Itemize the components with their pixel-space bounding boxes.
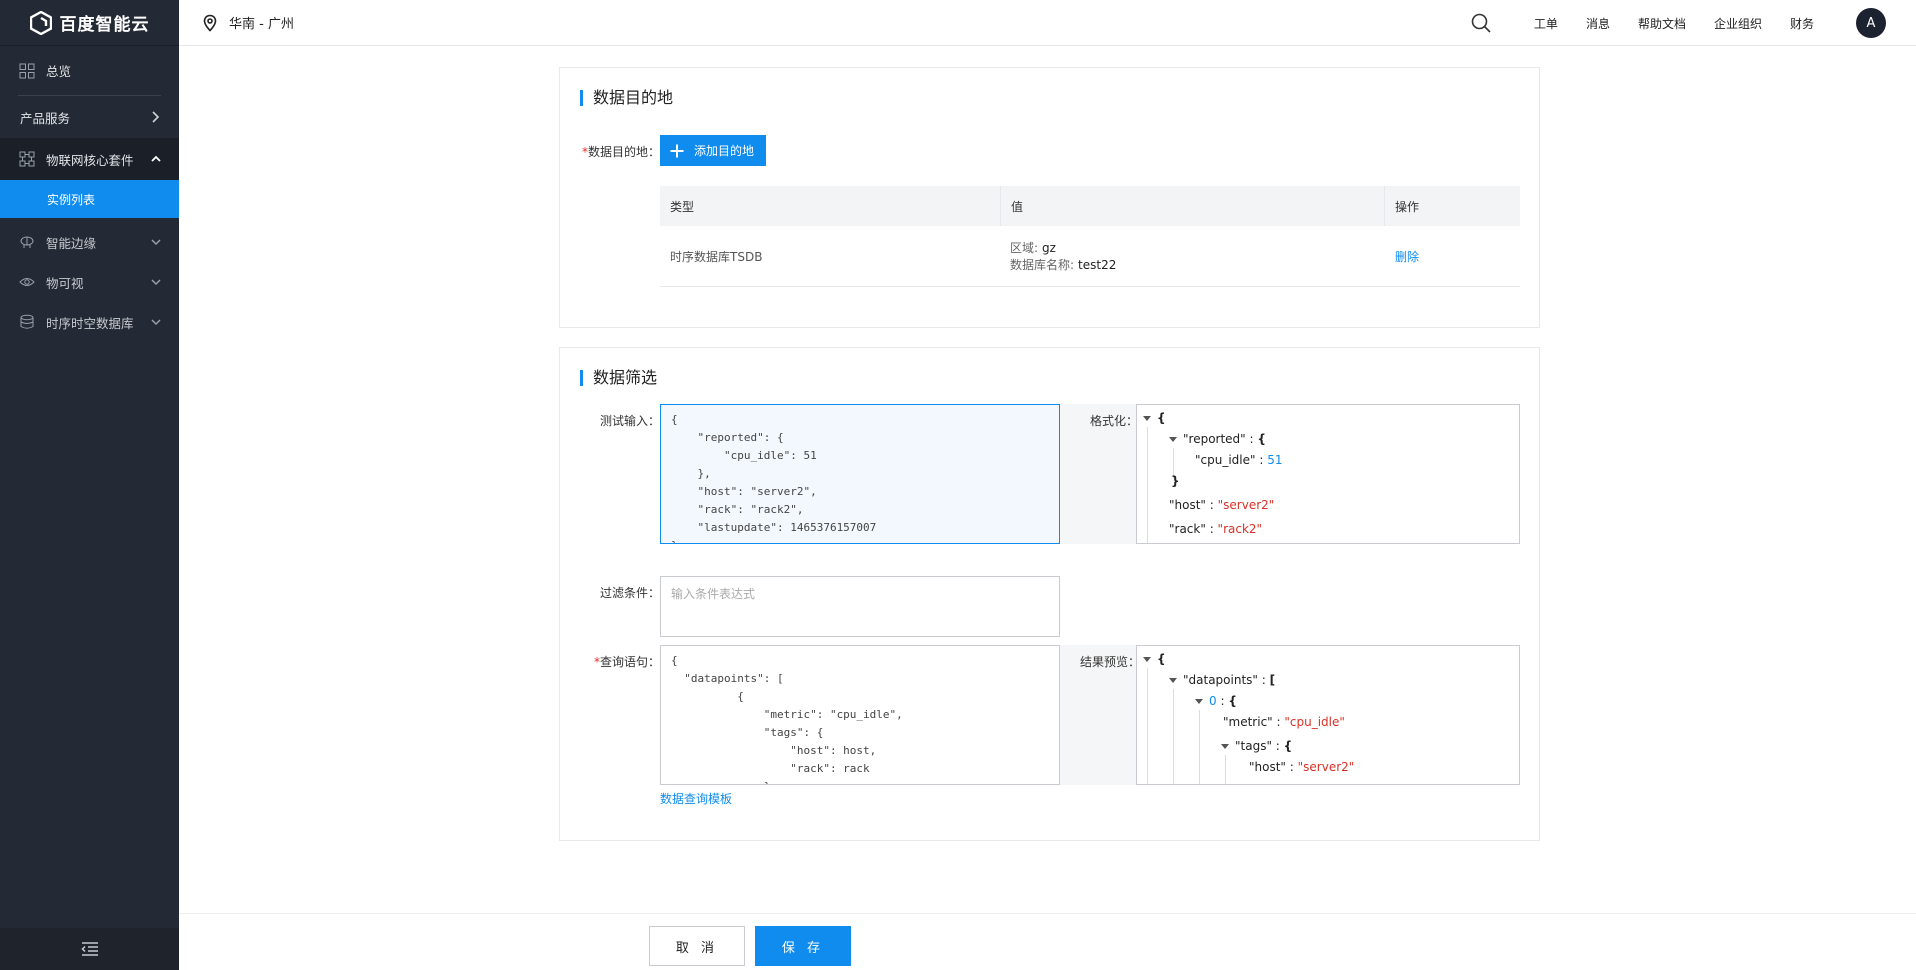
table-row: 时序数据库TSDB 区域: gz 数据库名称: test22 删除 (660, 226, 1520, 287)
json-line-rack: "rack" : "rack2" (1169, 522, 1263, 536)
json-line-datapoints[interactable]: "datapoints" : [ (1169, 673, 1275, 687)
collapse-caret-icon (1221, 744, 1229, 749)
brand-logo[interactable]: 百度智能云 (0, 0, 179, 46)
test-input-editor[interactable]: { "reported": { "cpu_idle": 51 }, "host"… (660, 404, 1060, 544)
chevron-down-icon (149, 275, 163, 289)
query-label: *查询语句： (593, 655, 660, 669)
sidebar-item-visual[interactable]: 物可视 (0, 262, 179, 302)
save-button[interactable]: 保 存 (755, 926, 851, 966)
top-link-tickets[interactable]: 工单 (1534, 15, 1558, 32)
column-header-type: 类型 (670, 199, 695, 214)
filter-condition-input[interactable]: 输入条件表达式 (660, 576, 1060, 637)
collapse-caret-icon (1169, 437, 1177, 442)
database-icon (18, 313, 36, 331)
json-line-index[interactable]: 0 : { (1195, 694, 1237, 708)
search-icon[interactable] (1470, 12, 1492, 34)
cell-value: 区域: gz 数据库名称: test22 (1000, 226, 1384, 286)
add-destination-button[interactable]: 添加目的地 (660, 135, 766, 166)
grid-icon (18, 62, 36, 80)
chevron-right-icon (149, 110, 163, 124)
sidebar-item-label: 总览 (46, 64, 72, 79)
chevron-down-icon (149, 235, 163, 249)
json-line-reported[interactable]: "reported" : { (1169, 432, 1266, 446)
json-line-reported-close: } (1171, 474, 1180, 488)
sidebar: 百度智能云 总览 产品服务 物联网核心套件 实例列表 智能边缘 物可视 时序时空… (0, 0, 179, 970)
top-link-messages[interactable]: 消息 (1586, 15, 1610, 32)
main-content: 数据目的地 *数据目的地： 添加目的地 类型 值 操作 时序数据库TSDB 区域… (179, 47, 1916, 913)
region-label: 华南 - 广州 (229, 17, 294, 32)
data-filter-panel: 数据筛选 测试输入： { "reported": { "cpu_idle": 5… (559, 347, 1540, 841)
avatar[interactable]: A (1856, 8, 1886, 38)
formatted-json-preview: { "reported" : { "cpu_idle" : 51 } "host… (1136, 404, 1520, 544)
sidebar-item-label: 智能边缘 (46, 235, 97, 251)
top-link-organization[interactable]: 企业组织 (1714, 15, 1762, 32)
sidebar-item-tsdb[interactable]: 时序时空数据库 (0, 302, 179, 342)
json-root-open[interactable]: { (1143, 652, 1166, 666)
top-bar: 华南 - 广州 工单 消息 帮助文档 企业组织 财务 A (179, 0, 1916, 46)
cell-action: 删除 (1384, 226, 1520, 286)
region-selector[interactable]: 华南 - 广州 (201, 13, 294, 32)
query-editor[interactable]: { "datapoints": [ { "metric": "cpu_idle"… (660, 645, 1060, 785)
format-label-overlay: 格式化： (1090, 414, 1139, 428)
collapse-caret-icon (1169, 678, 1177, 683)
collapse-caret-icon (1143, 657, 1151, 662)
section-title-destination: 数据目的地 (580, 90, 673, 106)
collapse-caret-icon (1195, 699, 1203, 704)
column-header-value: 值 (1000, 186, 1384, 226)
sidebar-item-label: 物联网核心套件 (46, 152, 134, 168)
destination-field-label: *数据目的地： (581, 145, 660, 159)
table-header: 类型 值 操作 (660, 186, 1520, 226)
brand-name: 百度智能云 (59, 15, 150, 35)
sidebar-item-overview[interactable]: 总览 (18, 46, 161, 96)
query-template-link[interactable]: 数据查询模板 (660, 790, 732, 807)
section-title-filter: 数据筛选 (580, 370, 657, 386)
sidebar-item-label: 产品服务 (20, 110, 71, 126)
json-line-metric: "metric" : "cpu_idle" (1223, 715, 1345, 729)
db-name-kv: 数据库名称: test22 (1010, 258, 1117, 272)
footer-action-bar: 取 消 保 存 (179, 913, 1916, 970)
location-pin-icon (203, 14, 217, 32)
edge-icon (18, 233, 36, 251)
iot-core-icon (18, 150, 36, 168)
baidu-cloud-logo-icon (29, 10, 52, 35)
sidebar-item-instance-list[interactable]: 实例列表 (0, 180, 179, 218)
chevron-down-icon (149, 315, 163, 329)
sidebar-item-label: 时序时空数据库 (46, 315, 134, 331)
filter-condition-label: 过滤条件： (599, 586, 660, 600)
sidebar-item-label: 物可视 (46, 275, 84, 291)
json-line-tags[interactable]: "tags" : { (1221, 739, 1292, 753)
column-header-action: 操作 (1384, 186, 1520, 226)
cell-type: 时序数据库TSDB (670, 249, 763, 264)
cancel-button[interactable]: 取 消 (649, 926, 745, 966)
destination-table: 类型 值 操作 时序数据库TSDB 区域: gz 数据库名称: test22 删除 (660, 186, 1520, 287)
test-input-label: 测试输入： (599, 414, 660, 428)
sidebar-item-products[interactable]: 产品服务 (0, 96, 179, 138)
region-kv: 区域: gz (1010, 241, 1056, 255)
delete-link[interactable]: 删除 (1395, 248, 1419, 265)
sidebar-item-edge[interactable]: 智能边缘 (0, 222, 179, 262)
plus-icon (670, 144, 684, 157)
chevron-up-icon (149, 152, 163, 166)
sidebar-item-label: 实例列表 (47, 192, 96, 207)
add-destination-label: 添加目的地 (694, 144, 755, 158)
result-json-preview: { "datapoints" : [ 0 : { "metric" : "cpu… (1136, 645, 1520, 785)
top-link-help-docs[interactable]: 帮助文档 (1638, 15, 1686, 32)
sidebar-item-iot-core[interactable]: 物联网核心套件 (0, 138, 179, 180)
json-line-tag-host: "host" : "server2" (1249, 760, 1355, 774)
sidebar-collapse-button[interactable] (0, 928, 179, 970)
data-destination-panel: 数据目的地 *数据目的地： 添加目的地 类型 值 操作 时序数据库TSDB 区域… (559, 67, 1540, 328)
eye-icon (18, 273, 36, 291)
json-line-cpu-idle: "cpu_idle" : 51 (1195, 453, 1283, 467)
collapse-menu-icon (80, 942, 98, 956)
top-link-finance[interactable]: 财务 (1790, 15, 1814, 32)
json-line-host: "host" : "server2" (1169, 498, 1275, 512)
